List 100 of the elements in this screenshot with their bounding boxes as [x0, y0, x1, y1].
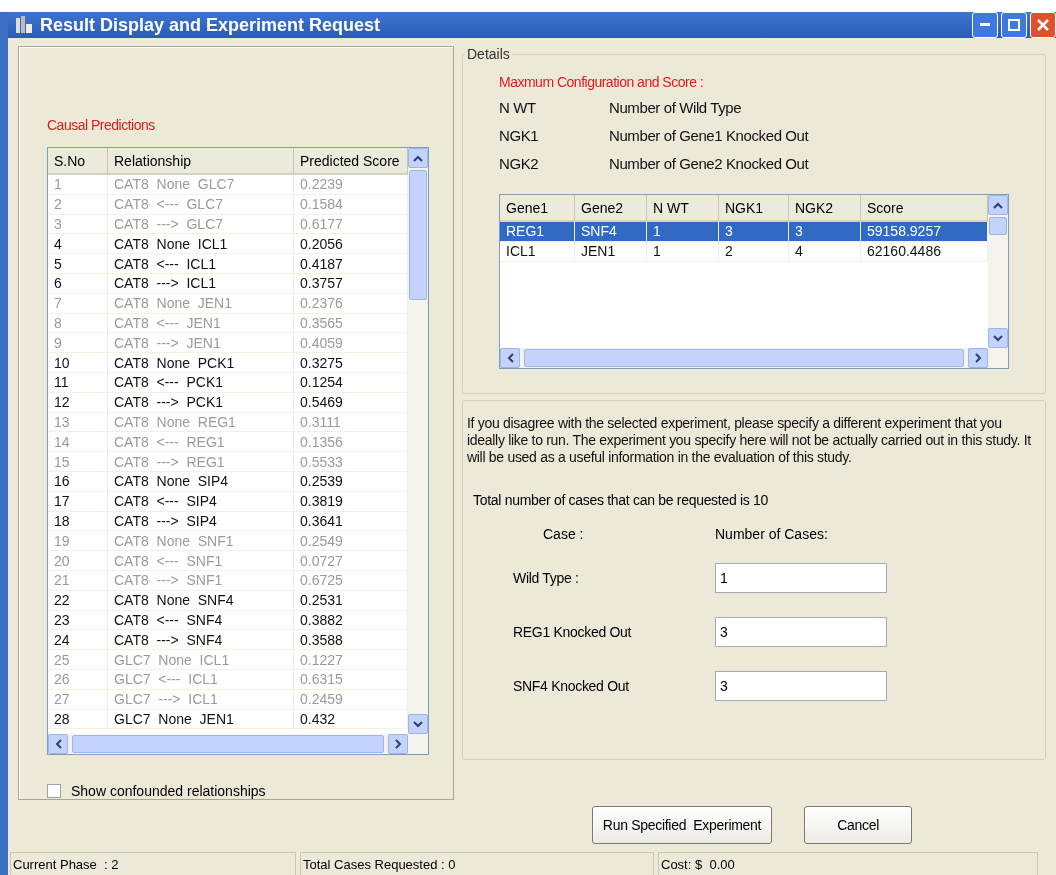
horizontal-scrollbar[interactable]: [48, 734, 408, 754]
row-number-cell: 24: [48, 630, 108, 651]
predictions-list[interactable]: [47, 147, 429, 755]
scroll-right-button[interactable]: [968, 348, 988, 368]
column-header[interactable]: Gene2: [575, 195, 647, 222]
relationship-cell: CAT8 <--- PCK1: [108, 372, 294, 393]
table-cell[interactable]: 59158.9257: [861, 222, 988, 242]
row-number-cell: 15: [48, 452, 108, 472]
row-number-cell: 17: [48, 491, 108, 512]
relationship-cell: CAT8 <--- GLC7: [108, 194, 294, 215]
relationship-cell: CAT8 <--- JEN1: [108, 313, 294, 334]
row-number-cell: 4: [48, 234, 108, 255]
table-cell[interactable]: ICL1: [500, 241, 575, 262]
column-header[interactable]: Score: [861, 195, 988, 222]
column-header[interactable]: Gene1: [500, 195, 575, 222]
relationship-cell: GLC7 None ICL1: [108, 650, 294, 670]
horizontal-scrollbar[interactable]: [500, 348, 988, 368]
scroll-down-button[interactable]: [408, 714, 428, 734]
table-cell[interactable]: JEN1: [575, 241, 647, 262]
cases-input[interactable]: 1: [715, 563, 887, 593]
column-header[interactable]: N WT: [647, 195, 719, 222]
scroll-thumb[interactable]: [524, 349, 964, 367]
status-pane: Total Cases Requested : 0: [300, 852, 654, 875]
table-cell[interactable]: REG1: [500, 222, 575, 242]
scroll-up-button[interactable]: [408, 148, 428, 168]
checkbox-label: Show confounded relationships: [71, 783, 266, 799]
window-title: Result Display and Experiment Request: [40, 14, 382, 36]
column-header[interactable]: NGK1: [719, 195, 789, 222]
vertical-scrollbar[interactable]: [408, 148, 428, 734]
scroll-left-button[interactable]: [500, 348, 520, 368]
relationship-cell: CAT8 None PCK1: [108, 353, 294, 373]
table-cell[interactable]: 3: [789, 222, 861, 242]
legend-abbreviation: N WT: [499, 98, 537, 116]
cancel-button[interactable]: Cancel: [804, 806, 913, 844]
row-number-cell: 2: [48, 194, 108, 215]
cases-input[interactable]: 3: [715, 617, 887, 647]
column-header[interactable]: NGK2: [789, 195, 861, 222]
table-cell[interactable]: 1: [647, 222, 719, 242]
row-number-cell: 11: [48, 372, 108, 393]
scroll-down-button[interactable]: [988, 328, 1008, 348]
scrollbar-corner: [408, 734, 428, 754]
table-cell[interactable]: 1: [647, 241, 719, 262]
minimize-button[interactable]: [972, 12, 998, 38]
close-button[interactable]: [1030, 12, 1056, 38]
relationship-cell: CAT8 ---> ICL1: [108, 274, 294, 294]
relationship-cell: CAT8 ---> JEN1: [108, 333, 294, 354]
table-cell[interactable]: SNF4: [575, 222, 647, 242]
count-header: Number of Cases:: [715, 526, 828, 542]
app-icon: [14, 15, 34, 35]
legend-meaning: Number of Gene2 Knocked Out: [609, 154, 809, 172]
row-number-cell: 13: [48, 412, 108, 433]
legend-meaning: Number of Gene1 Knocked Out: [609, 126, 809, 144]
relationship-cell: CAT8 ---> GLC7: [108, 214, 294, 235]
column-header[interactable]: S.No: [48, 148, 108, 175]
relationship-cell: CAT8 None GLC7: [108, 175, 294, 195]
table-cell[interactable]: 3: [719, 222, 789, 242]
row-number-cell: 7: [48, 293, 108, 314]
table-cell[interactable]: 4: [789, 241, 861, 262]
legend-abbreviation: NGK1: [499, 126, 540, 144]
relationship-cell: CAT8 <--- REG1: [108, 432, 294, 453]
status-pane: Current Phase : 2: [10, 852, 296, 875]
case-header: Case :: [543, 526, 585, 542]
group-title: Details: [466, 46, 511, 62]
row-number-cell: 1: [48, 175, 108, 195]
row-number-cell: 21: [48, 570, 108, 591]
case-label: REG1 Knocked Out: [513, 624, 633, 640]
relationship-cell: CAT8 None SNF4: [108, 590, 294, 611]
row-number-cell: 18: [48, 511, 108, 532]
row-number-cell: 10: [48, 353, 108, 373]
scroll-thumb[interactable]: [72, 735, 384, 753]
row-number-cell: 28: [48, 709, 108, 730]
run-experiment-button[interactable]: Run Specified Experiment: [591, 806, 773, 844]
row-number-cell: 22: [48, 590, 108, 611]
relationship-cell: CAT8 ---> REG1: [108, 452, 294, 472]
checkbox[interactable]: [47, 784, 61, 798]
relationship-cell: CAT8 <--- SNF4: [108, 610, 294, 631]
close-icon: [1037, 19, 1049, 31]
relationship-cell: CAT8 ---> SIP4: [108, 511, 294, 532]
maximize-button[interactable]: [1001, 12, 1027, 38]
relationship-cell: CAT8 None SNF1: [108, 531, 294, 552]
row-number-cell: 14: [48, 432, 108, 453]
relationship-cell: CAT8 ---> SNF1: [108, 570, 294, 591]
scroll-up-button[interactable]: [988, 195, 1008, 215]
scroll-right-button[interactable]: [388, 734, 408, 754]
row-number-cell: 6: [48, 274, 108, 294]
maximize-icon: [1008, 19, 1020, 31]
row-number-cell: 25: [48, 650, 108, 670]
section-title: Maxmum Configuration and Score :: [499, 74, 705, 90]
scroll-left-button[interactable]: [48, 734, 68, 754]
column-header[interactable]: Predicted Score: [294, 148, 408, 175]
column-header[interactable]: Relationship: [108, 148, 294, 175]
relationship-cell: GLC7 ---> ICL1: [108, 689, 294, 710]
cases-input[interactable]: 3: [715, 671, 887, 701]
scroll-thumb[interactable]: [989, 217, 1007, 235]
scroll-thumb[interactable]: [409, 170, 427, 300]
relationship-cell: CAT8 <--- ICL1: [108, 254, 294, 274]
relationship-cell: CAT8 <--- SIP4: [108, 491, 294, 512]
vertical-scrollbar[interactable]: [988, 195, 1008, 348]
table-cell[interactable]: 2: [719, 241, 789, 262]
configuration-table[interactable]: Gene1 Gene2 N WT NGK1 NGK2 Score REG1 SNF4 1 3 3 59158.9257 ICL1 JEN1 1 2 4 62160.4486: [499, 194, 1009, 369]
